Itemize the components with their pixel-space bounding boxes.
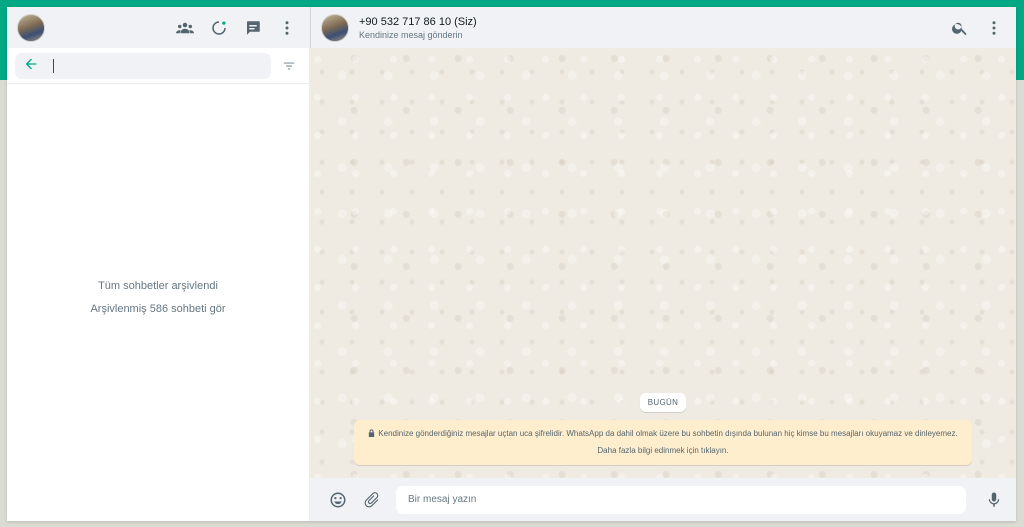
message-input[interactable] [396,485,966,514]
search-icon[interactable] [948,16,972,40]
new-chat-icon[interactable] [241,16,265,40]
encryption-notice[interactable]: Kendinize gönderdiğiniz mesajlar uçtan u… [354,420,972,465]
date-chip: BUGÜN [639,393,687,412]
arrow-left-icon[interactable] [23,56,39,77]
message-composer [310,478,1016,521]
all-archived-text: Tüm sohbetler arşivlendi [98,280,218,292]
contact-name: +90 532 717 86 10 (Siz) [359,15,477,28]
communities-icon[interactable] [173,16,197,40]
sidebar: Tüm sohbetler arşivlendi Arşivlenmiş 586… [7,7,310,521]
sidebar-header [7,7,309,48]
search-box [15,53,271,79]
chat-menu-icon[interactable] [982,16,1006,40]
chat-header-icons [948,16,1006,40]
contact-avatar[interactable] [321,13,349,42]
menu-icon[interactable] [275,16,299,40]
encryption-notice-text: Kendinize gönderdiğiniz mesajlar uçtan u… [378,429,958,455]
emoji-icon[interactable] [326,488,350,512]
profile-avatar[interactable] [17,13,45,42]
view-archived-link[interactable]: Arşivlenmiş 586 sohbeti gör [90,303,225,315]
search-input[interactable] [53,59,263,73]
lock-icon [368,427,375,443]
sidebar-header-icons [173,16,299,40]
search-row [7,49,309,84]
microphone-icon[interactable] [982,488,1006,512]
archive-message: Tüm sohbetler arşivlendi Arşivlenmiş 586… [7,84,309,521]
app-window: Tüm sohbetler arşivlendi Arşivlenmiş 586… [7,7,1016,521]
contact-subtitle: Kendinize mesaj gönderin [359,29,463,40]
chat-panel: +90 532 717 86 10 (Siz) Kendinize mesaj … [310,7,1016,521]
chat-messages-area: BUGÜN Kendinize gönderdiğiniz mesajlar u… [310,48,1016,478]
chat-title: +90 532 717 86 10 (Siz) Kendinize mesaj … [359,16,948,40]
status-icon[interactable] [207,16,231,40]
chat-header[interactable]: +90 532 717 86 10 (Siz) Kendinize mesaj … [310,7,1016,48]
attach-icon[interactable] [360,488,384,512]
filter-icon[interactable] [277,54,301,78]
